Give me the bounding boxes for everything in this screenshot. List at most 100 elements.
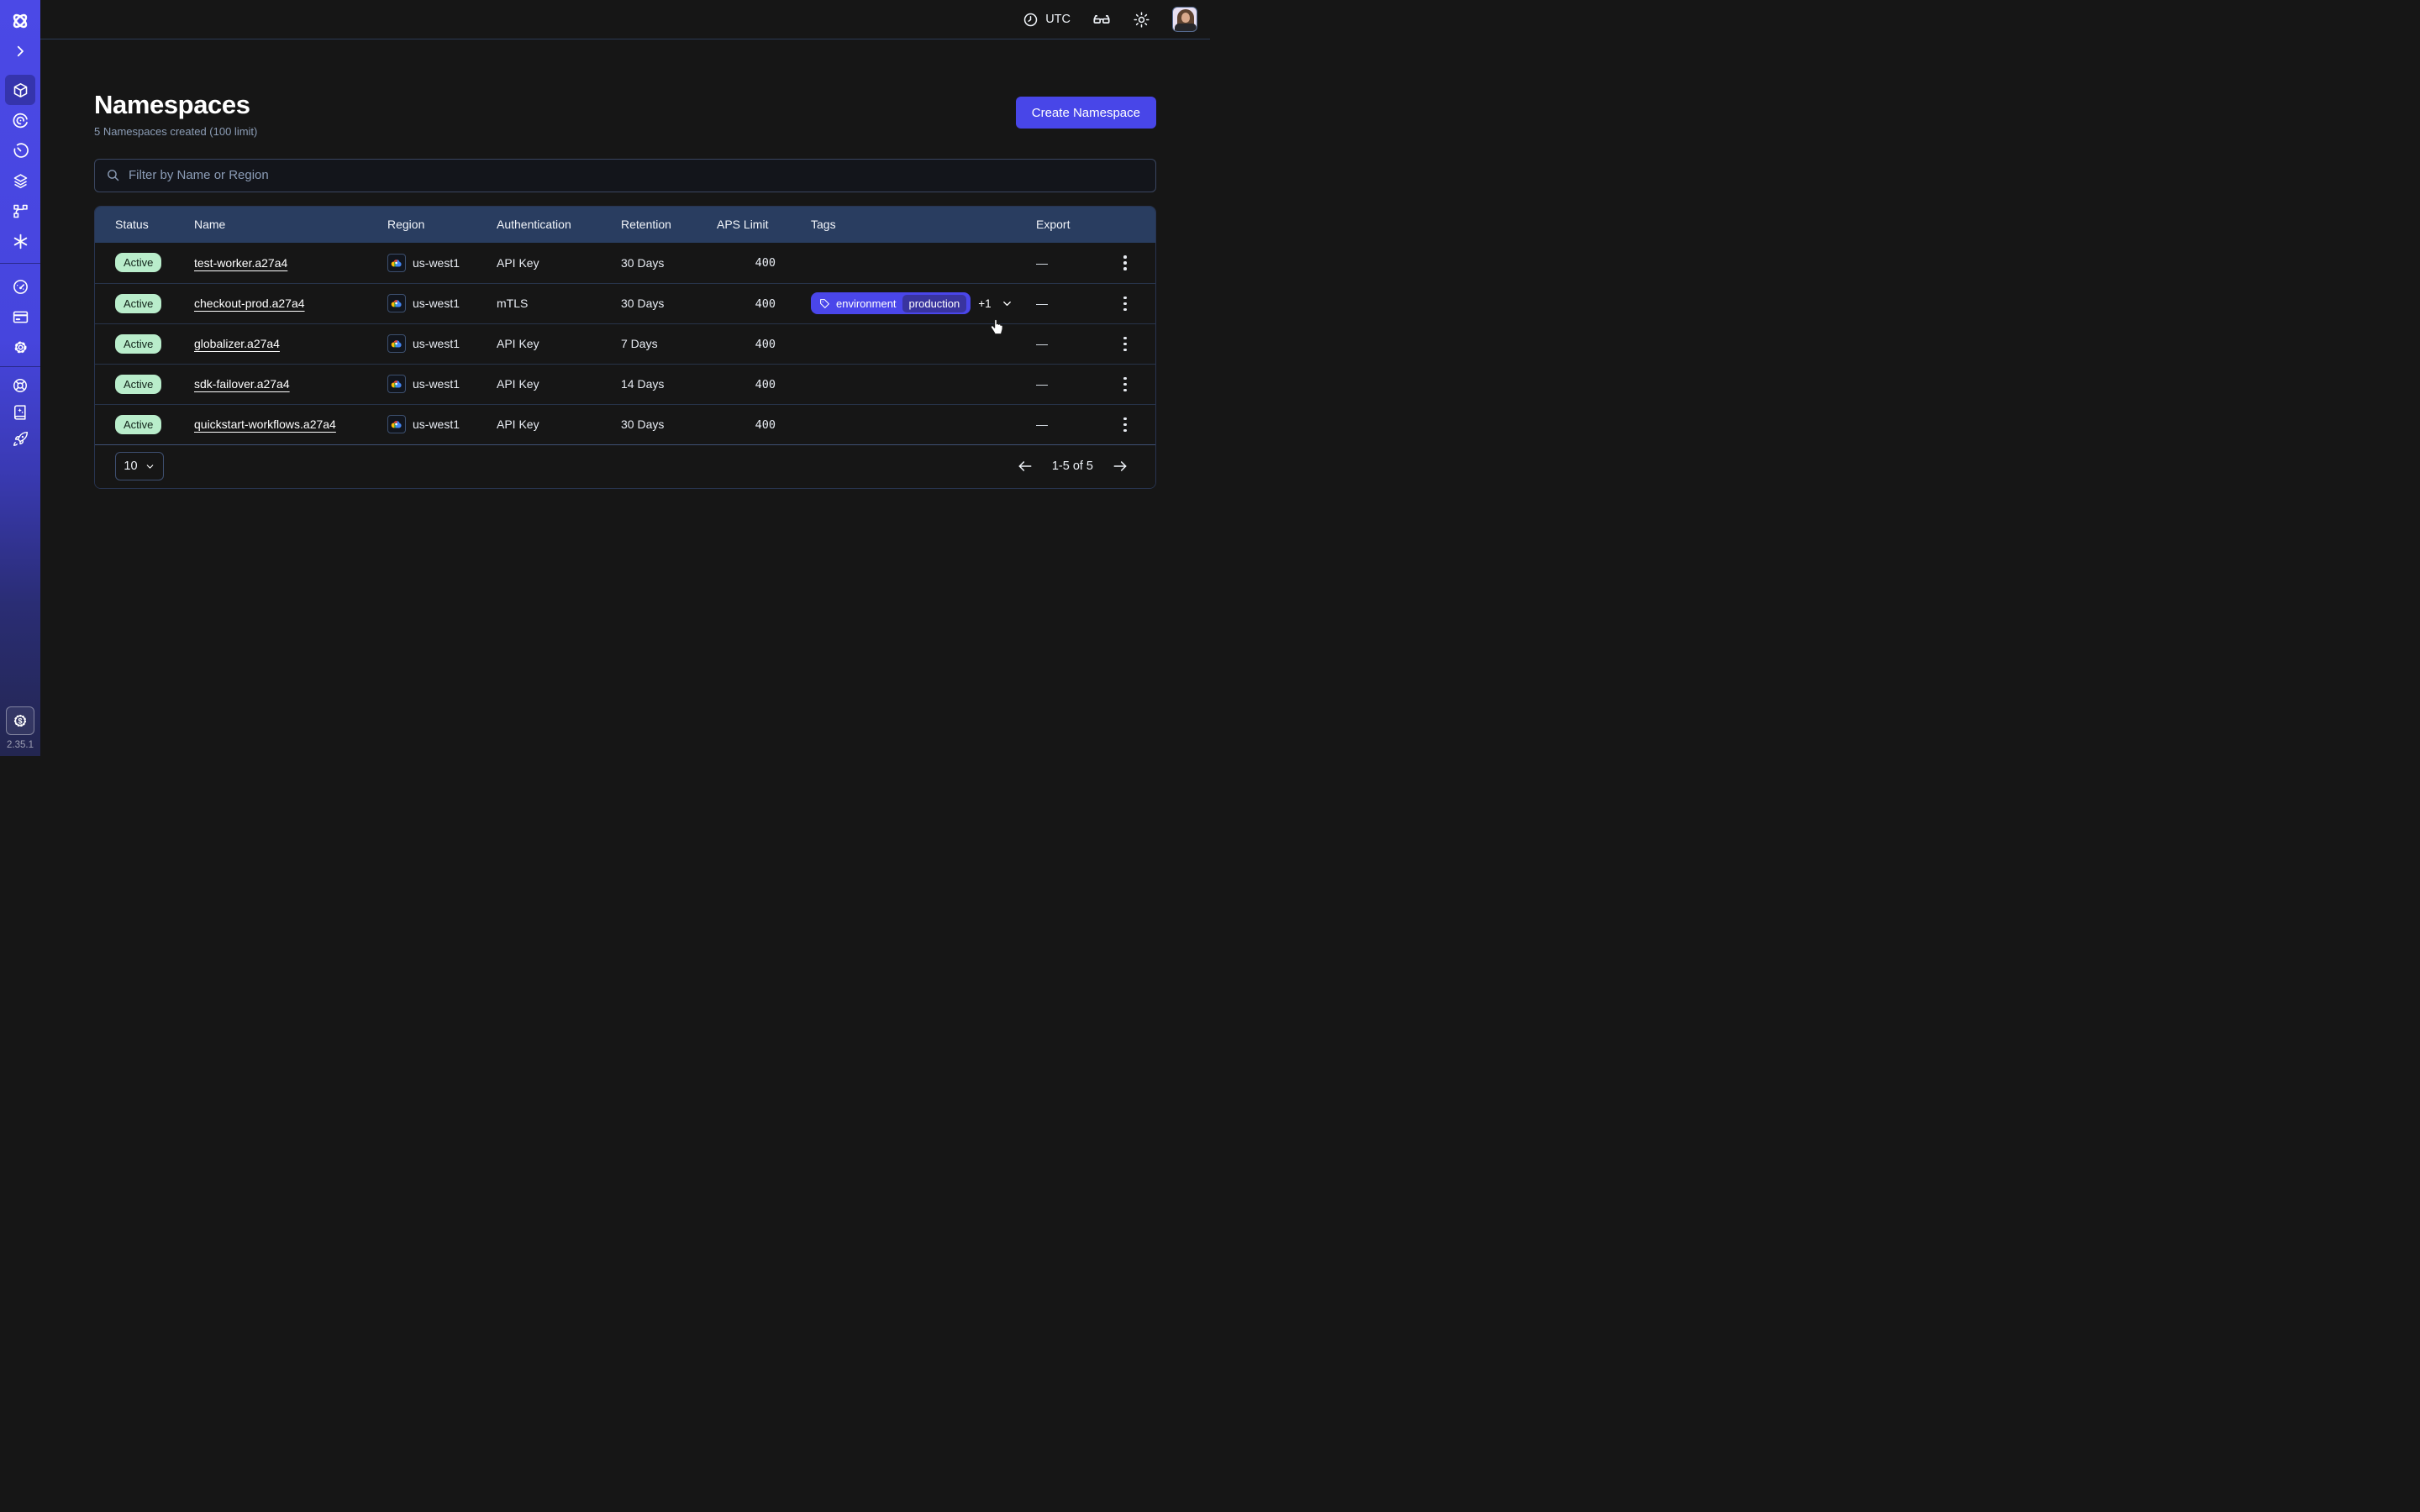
gcp-icon [387, 334, 406, 353]
col-header-authentication: Authentication [497, 218, 621, 231]
filter-bar [94, 159, 1156, 192]
export-value: — [1036, 256, 1105, 270]
page-size-select[interactable]: 10 [115, 452, 164, 480]
export-value: — [1036, 377, 1105, 391]
chevron-down-icon [1001, 297, 1013, 310]
col-header-export: Export [1036, 218, 1105, 231]
namespace-link[interactable]: globalizer.a27a4 [194, 337, 280, 350]
status-badge: Active [115, 334, 161, 354]
temporal-logo[interactable] [5, 6, 35, 36]
create-namespace-button[interactable]: Create Namespace [1016, 97, 1156, 129]
col-header-region: Region [387, 218, 497, 231]
region-name: us-west1 [413, 417, 460, 431]
tags-expand-button[interactable] [999, 296, 1015, 312]
next-page-button[interactable] [1110, 456, 1130, 476]
page-title: Namespaces [94, 89, 257, 122]
theme-toggle-sun-icon[interactable] [1133, 11, 1150, 29]
aps-limit-value: 400 [717, 297, 776, 311]
prev-page-button[interactable] [1015, 456, 1035, 476]
sidebar-item-nexus[interactable] [5, 196, 35, 226]
main-content: Namespaces 5 Namespaces created (100 lim… [40, 40, 1210, 756]
namespace-link[interactable]: test-worker.a27a4 [194, 256, 287, 270]
auth-method: API Key [497, 417, 621, 431]
retention-value: 30 Days [621, 297, 717, 310]
export-value: — [1036, 337, 1105, 350]
sidebar-item-usage[interactable] [5, 271, 35, 302]
tag-icon [819, 298, 830, 309]
filter-input[interactable] [129, 168, 1144, 182]
arrow-right-icon [1112, 458, 1128, 475]
sidebar-item-settings[interactable] [5, 332, 35, 362]
sidebar-item-support[interactable] [7, 372, 34, 399]
col-header-aps-limit: APS Limit [717, 218, 811, 231]
tag-key: environment [836, 297, 897, 310]
timezone-label: UTC [1045, 13, 1071, 26]
region-name: us-west1 [413, 377, 460, 391]
sidebar-item-deployments[interactable] [5, 165, 35, 196]
auth-method: API Key [497, 377, 621, 391]
aps-limit-value: 400 [717, 256, 776, 270]
dev-glasses-icon[interactable] [1092, 10, 1111, 29]
sidebar-divider [0, 366, 40, 367]
auth-method: API Key [497, 256, 621, 270]
chevron-down-icon [145, 461, 155, 472]
aps-limit-value: 400 [717, 338, 776, 351]
col-header-name: Name [194, 218, 387, 231]
row-actions-menu-button[interactable] [1118, 372, 1132, 397]
search-icon [106, 168, 120, 182]
tags-cell: environment production +1 [811, 292, 1036, 314]
sidebar-item-batch-operations[interactable] [5, 226, 35, 256]
retention-value: 7 Days [621, 337, 717, 350]
status-badge: Active [115, 415, 161, 434]
table-row: Active globalizer.a27a4 us-west1 API Key… [95, 323, 1155, 364]
retention-value: 30 Days [621, 256, 717, 270]
credits-button[interactable]: $ [6, 706, 34, 735]
tag-value: production [902, 295, 967, 312]
tags-overflow-count: +1 [978, 297, 991, 310]
app-version: 2.35.1 [7, 740, 34, 750]
sidebar-item-workflows[interactable] [5, 105, 35, 135]
sidebar-expand-button[interactable] [5, 36, 35, 66]
sidebar-item-billing[interactable] [5, 302, 35, 332]
sidebar-item-getting-started[interactable] [7, 426, 34, 453]
table-header: Status Name Region Authentication Retent… [95, 207, 1155, 243]
namespaces-table: Status Name Region Authentication Retent… [94, 206, 1156, 489]
tag-pill[interactable]: environment production [811, 292, 971, 314]
col-header-retention: Retention [621, 218, 717, 231]
region-name: us-west1 [413, 337, 460, 350]
row-actions-menu-button[interactable] [1118, 250, 1132, 276]
aps-limit-value: 400 [717, 378, 776, 391]
export-value: — [1036, 417, 1105, 431]
namespace-link[interactable]: sdk-failover.a27a4 [194, 377, 290, 391]
svg-text:$: $ [18, 717, 22, 725]
auth-method: mTLS [497, 297, 621, 310]
namespace-link[interactable]: quickstart-workflows.a27a4 [194, 417, 336, 431]
sidebar-item-namespaces[interactable] [5, 75, 35, 105]
namespace-link[interactable]: checkout-prod.a27a4 [194, 297, 305, 310]
table-row: Active test-worker.a27a4 us-west1 API Ke… [95, 243, 1155, 283]
export-value: — [1036, 297, 1105, 310]
status-badge: Active [115, 294, 161, 313]
page-size-value: 10 [124, 459, 137, 473]
table-row: Active quickstart-workflows.a27a4 us-wes… [95, 404, 1155, 444]
sidebar-divider [0, 263, 40, 264]
timezone-selector[interactable]: UTC [1023, 12, 1071, 28]
status-badge: Active [115, 253, 161, 272]
row-actions-menu-button[interactable] [1118, 291, 1132, 317]
sidebar-item-docs[interactable] [7, 399, 34, 426]
gcp-icon [387, 254, 406, 272]
user-avatar[interactable] [1172, 7, 1197, 32]
table-row: Active sdk-failover.a27a4 us-west1 API K… [95, 364, 1155, 404]
arrow-left-icon [1017, 458, 1034, 475]
aps-limit-value: 400 [717, 418, 776, 432]
row-actions-menu-button[interactable] [1118, 332, 1132, 357]
gcp-icon [387, 415, 406, 433]
col-header-status: Status [115, 218, 194, 231]
auth-method: API Key [497, 337, 621, 350]
table-pagination: 10 1-5 of 5 [95, 444, 1155, 488]
region-name: us-west1 [413, 256, 460, 270]
sidebar-item-schedules[interactable] [5, 135, 35, 165]
sidebar: $ 2.35.1 [0, 0, 40, 756]
page-range-label: 1-5 of 5 [1052, 459, 1093, 473]
row-actions-menu-button[interactable] [1118, 412, 1132, 438]
